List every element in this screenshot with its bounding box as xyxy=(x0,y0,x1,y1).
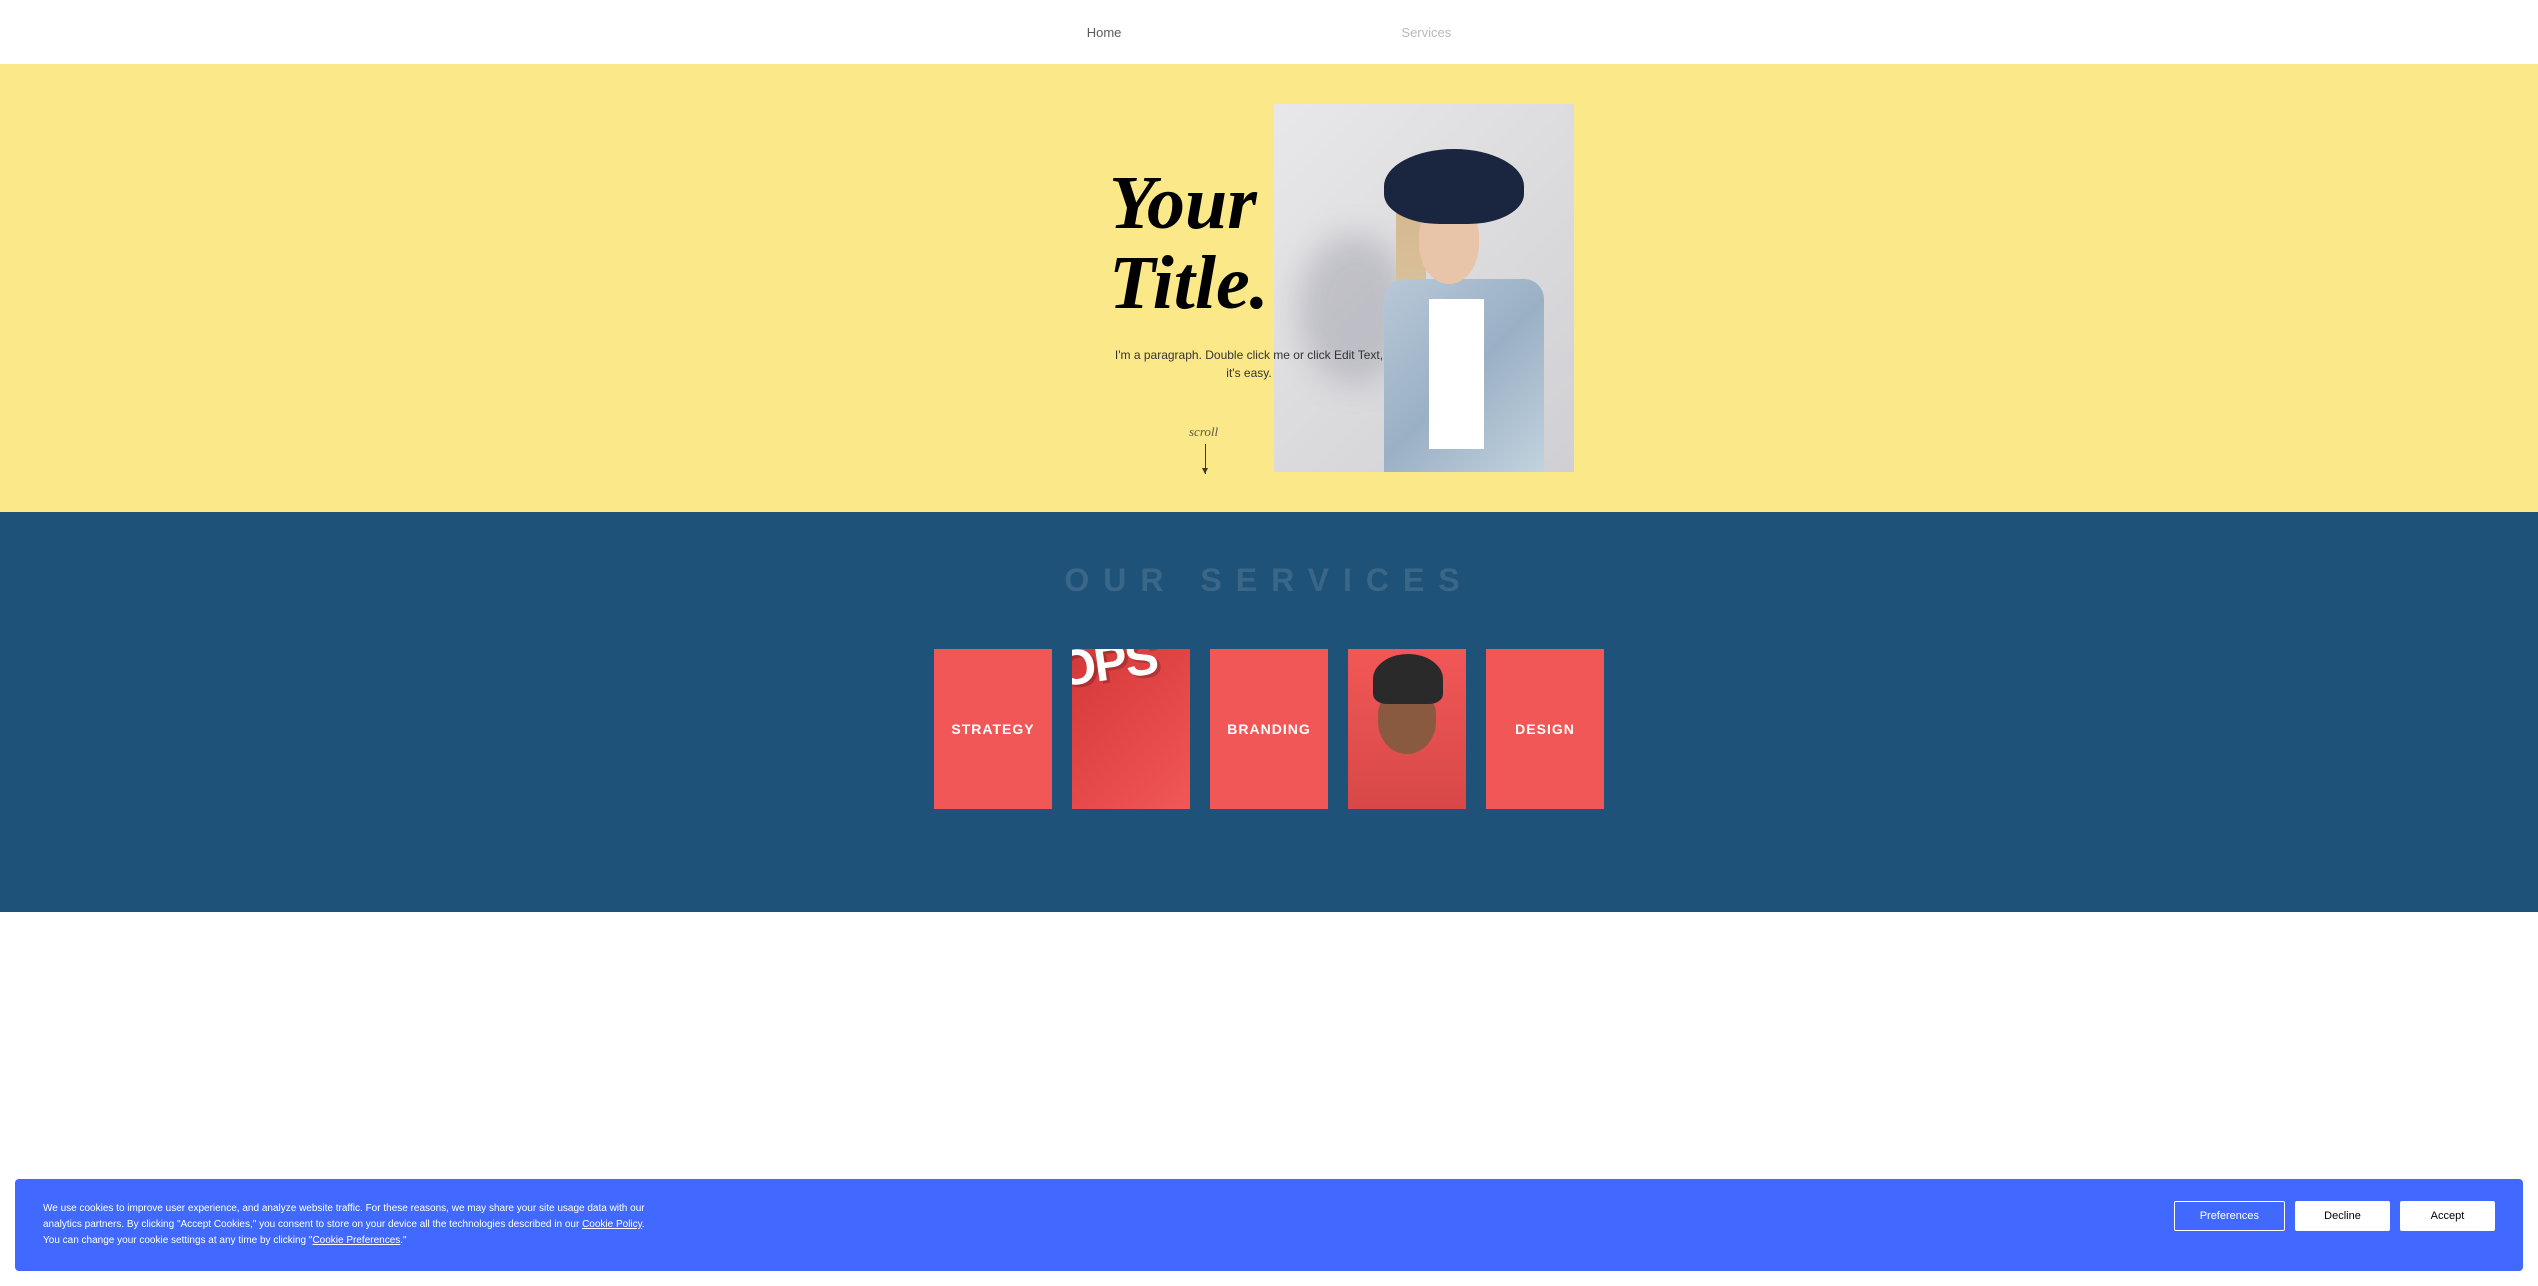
ops-decorative-text: OPS xyxy=(1072,649,1160,699)
hero-paragraph: I'm a paragraph. Double click me or clic… xyxy=(1109,346,1389,382)
preferences-button[interactable]: Preferences xyxy=(2174,1201,2285,1231)
hero-shirt xyxy=(1429,299,1484,449)
hero-title: Your Title. xyxy=(1109,164,1269,324)
cookie-banner: We use cookies to improve user experienc… xyxy=(15,1179,2523,1271)
hero-section: Your Title. I'm a paragraph. Double clic… xyxy=(0,64,2538,512)
face-cap xyxy=(1373,654,1443,704)
scroll-label: scroll xyxy=(1189,424,1218,440)
service-label: BRANDING xyxy=(1227,721,1310,737)
hero-title-line1: Your xyxy=(1109,161,1257,245)
decline-button[interactable]: Decline xyxy=(2295,1201,2390,1231)
service-card-branding[interactable]: BRANDING xyxy=(1210,649,1328,809)
hero-title-line2: Title. xyxy=(1109,241,1269,325)
hero-hat xyxy=(1384,149,1524,224)
service-label: STRATEGY xyxy=(951,721,1034,737)
cookie-text: We use cookies to improve user experienc… xyxy=(43,1201,663,1249)
scroll-arrow-icon[interactable] xyxy=(1205,444,1206,474)
nav-item-home[interactable]: Home xyxy=(1087,25,1122,40)
services-section: OUR SERVICES STRATEGY OPS BRANDING DESIG… xyxy=(0,512,2538,912)
main-nav: Home Services xyxy=(1087,25,1452,40)
hero-image xyxy=(1274,104,1574,472)
hero-figure xyxy=(1334,149,1554,469)
services-grid: STRATEGY OPS BRANDING DESIGN xyxy=(0,649,2538,809)
services-heading: OUR SERVICES xyxy=(0,562,2538,599)
service-card-design[interactable]: DESIGN xyxy=(1486,649,1604,809)
accept-button[interactable]: Accept xyxy=(2400,1201,2495,1231)
service-card-image-2[interactable] xyxy=(1348,649,1466,809)
cookie-text-part1: We use cookies to improve user experienc… xyxy=(43,1203,645,1230)
service-card-strategy[interactable]: STRATEGY xyxy=(934,649,1052,809)
nav-item-services[interactable]: Services xyxy=(1401,25,1451,40)
cookie-text-part3: ." xyxy=(400,1235,406,1246)
service-card-image-1[interactable]: OPS xyxy=(1072,649,1190,809)
cookie-policy-link[interactable]: Cookie Policy xyxy=(582,1219,642,1230)
cookie-preferences-link[interactable]: Cookie Preferences xyxy=(312,1235,400,1246)
cookie-buttons: Preferences Decline Accept xyxy=(2174,1201,2495,1231)
hero-content: Your Title. I'm a paragraph. Double clic… xyxy=(879,64,1659,512)
service-label: DESIGN xyxy=(1515,721,1575,737)
site-header: Home Services xyxy=(0,0,2538,64)
